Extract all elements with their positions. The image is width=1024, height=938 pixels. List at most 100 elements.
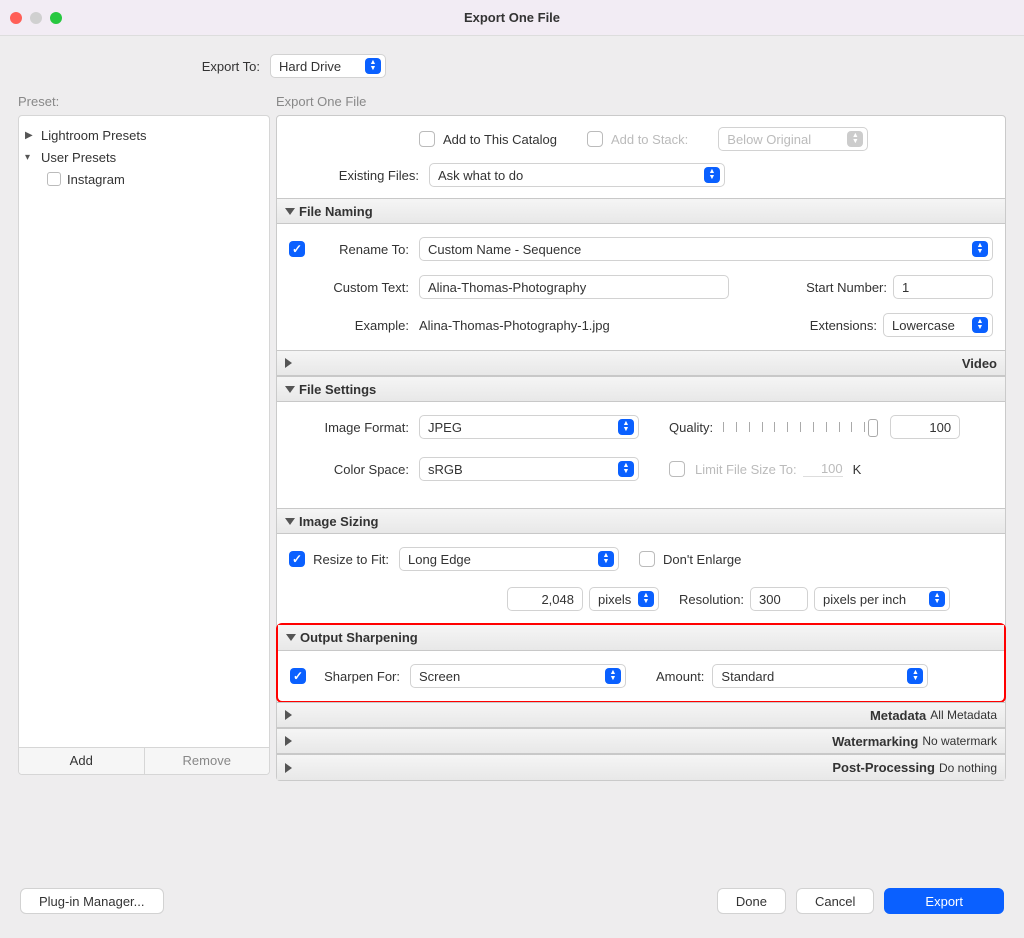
rename-to-value: Custom Name - Sequence <box>428 242 966 257</box>
preset-item-instagram[interactable]: Instagram <box>25 168 263 190</box>
dimension-unit-select[interactable]: pixels ▲▼ <box>589 587 659 611</box>
chevron-down-icon <box>285 518 295 525</box>
chevron-right-icon: ▶ <box>25 130 35 141</box>
chevron-updown-icon: ▲▼ <box>972 241 988 257</box>
export-to-label: Export To: <box>0 59 270 74</box>
preset-heading: Preset: <box>18 88 270 115</box>
limit-size-checkbox[interactable] <box>669 461 685 477</box>
image-format-select[interactable]: JPEG ▲▼ <box>419 415 639 439</box>
quality-label: Quality: <box>669 420 723 435</box>
custom-text-input[interactable]: Alina-Thomas-Photography <box>419 275 729 299</box>
export-button[interactable]: Export <box>884 888 1004 914</box>
preset-group-label: Lightroom Presets <box>41 128 147 143</box>
add-catalog-checkbox[interactable] <box>419 131 435 147</box>
section-summary: No watermark <box>922 734 997 748</box>
window-title: Export One File <box>464 10 560 25</box>
sharpen-amount-select[interactable]: Standard ▲▼ <box>712 664 928 688</box>
stack-position-value: Below Original <box>727 132 841 147</box>
limit-size-label: Limit File Size To: <box>689 462 803 477</box>
section-title: Watermarking <box>832 734 918 749</box>
chevron-right-icon <box>285 710 866 720</box>
section-postprocessing-header[interactable]: Post-Processing Do nothing <box>277 754 1005 780</box>
section-metadata-header[interactable]: Metadata All Metadata <box>277 702 1005 728</box>
limit-size-value: 100 <box>803 461 843 477</box>
titlebar: Export One File <box>0 0 1024 36</box>
example-label: Example: <box>289 318 419 333</box>
quality-slider[interactable] <box>723 417 878 437</box>
slider-thumb[interactable] <box>868 419 878 437</box>
section-file-naming: ✓ Rename To: Custom Name - Sequence ▲▼ C… <box>277 224 1005 350</box>
extensions-label: Extensions: <box>810 318 883 333</box>
resize-fit-select[interactable]: Long Edge ▲▼ <box>399 547 619 571</box>
rename-to-select[interactable]: Custom Name - Sequence ▲▼ <box>419 237 993 261</box>
resolution-value: 300 <box>759 592 781 607</box>
dont-enlarge-label: Don't Enlarge <box>659 552 741 567</box>
section-title: Video <box>962 356 997 371</box>
chevron-updown-icon: ▲▼ <box>638 591 654 607</box>
chevron-updown-icon: ▲▼ <box>929 591 945 607</box>
section-video-header[interactable]: Video <box>277 350 1005 376</box>
chevron-down-icon <box>286 634 296 641</box>
section-title: Output Sharpening <box>300 630 418 645</box>
sharpen-for-select[interactable]: Screen ▲▼ <box>410 664 626 688</box>
image-format-label: Image Format: <box>289 420 419 435</box>
resolution-input[interactable]: 300 <box>750 587 808 611</box>
resize-fit-value: Long Edge <box>408 552 592 567</box>
plugin-manager-button[interactable]: Plug-in Manager... <box>20 888 164 914</box>
dont-enlarge-checkbox[interactable] <box>639 551 655 567</box>
window-controls <box>10 12 62 24</box>
settings-panel: Add to This Catalog Add to Stack: Below … <box>276 115 1006 781</box>
section-summary: Do nothing <box>939 761 997 775</box>
export-to-value: Hard Drive <box>279 59 359 74</box>
chevron-updown-icon: ▲▼ <box>618 419 634 435</box>
settings-heading: Export One File <box>276 88 1006 115</box>
resolution-unit-select[interactable]: pixels per inch ▲▼ <box>814 587 950 611</box>
section-image-sizing-header[interactable]: Image Sizing <box>277 508 1005 534</box>
section-output-sharpening-header[interactable]: Output Sharpening <box>278 625 1004 651</box>
add-catalog-label: Add to This Catalog <box>443 132 557 147</box>
chevron-updown-icon: ▲▼ <box>704 167 720 183</box>
sharpen-amount-value: Standard <box>721 669 901 684</box>
section-watermarking-header[interactable]: Watermarking No watermark <box>277 728 1005 754</box>
preset-group-lightroom[interactable]: ▶ Lightroom Presets <box>25 124 263 146</box>
dimension-input[interactable]: 2,048 <box>507 587 583 611</box>
cancel-button[interactable]: Cancel <box>796 888 874 914</box>
maximize-icon[interactable] <box>50 12 62 24</box>
start-number-input[interactable]: 1 <box>893 275 993 299</box>
color-space-select[interactable]: sRGB ▲▼ <box>419 457 639 481</box>
chevron-right-icon <box>285 736 828 746</box>
add-stack-label: Add to Stack: <box>611 132 688 147</box>
image-format-value: JPEG <box>428 420 612 435</box>
done-button[interactable]: Done <box>717 888 786 914</box>
section-output-sharpening: ✓ Sharpen For: Screen ▲▼ Amount: Standar… <box>278 651 1004 701</box>
resize-fit-label: Resize to Fit: <box>303 552 399 567</box>
preset-add-button[interactable]: Add <box>19 748 145 774</box>
chevron-updown-icon: ▲▼ <box>907 668 923 684</box>
chevron-down-icon <box>285 208 295 215</box>
quality-input[interactable]: 100 <box>890 415 960 439</box>
section-summary: All Metadata <box>930 708 997 722</box>
section-file-settings-header[interactable]: File Settings <box>277 376 1005 402</box>
preset-list: ▶ Lightroom Presets ▾ User Presets Insta… <box>18 115 270 775</box>
chevron-updown-icon: ▲▼ <box>365 58 381 74</box>
preset-group-user[interactable]: ▾ User Presets <box>25 146 263 168</box>
resolution-label: Resolution: <box>679 592 750 607</box>
close-icon[interactable] <box>10 12 22 24</box>
section-title: Image Sizing <box>299 514 378 529</box>
extensions-select[interactable]: Lowercase ▲▼ <box>883 313 993 337</box>
dimension-value: 2,048 <box>541 592 574 607</box>
dimension-unit-value: pixels <box>598 592 632 607</box>
minimize-icon[interactable] <box>30 12 42 24</box>
section-file-naming-header[interactable]: File Naming <box>277 198 1005 224</box>
chevron-updown-icon: ▲▼ <box>972 317 988 333</box>
preset-item-label: Instagram <box>67 172 125 187</box>
section-title: File Settings <box>299 382 376 397</box>
start-number-label: Start Number: <box>806 280 893 295</box>
chevron-updown-icon: ▲▼ <box>618 461 634 477</box>
existing-files-select[interactable]: Ask what to do ▲▼ <box>429 163 725 187</box>
rename-to-checkbox[interactable]: ✓ <box>289 241 305 257</box>
section-image-sizing: ✓ Resize to Fit: Long Edge ▲▼ Don't Enla… <box>277 534 1005 624</box>
preset-remove-button[interactable]: Remove <box>145 748 270 774</box>
export-to-select[interactable]: Hard Drive ▲▼ <box>270 54 386 78</box>
preset-checkbox[interactable] <box>47 172 61 186</box>
